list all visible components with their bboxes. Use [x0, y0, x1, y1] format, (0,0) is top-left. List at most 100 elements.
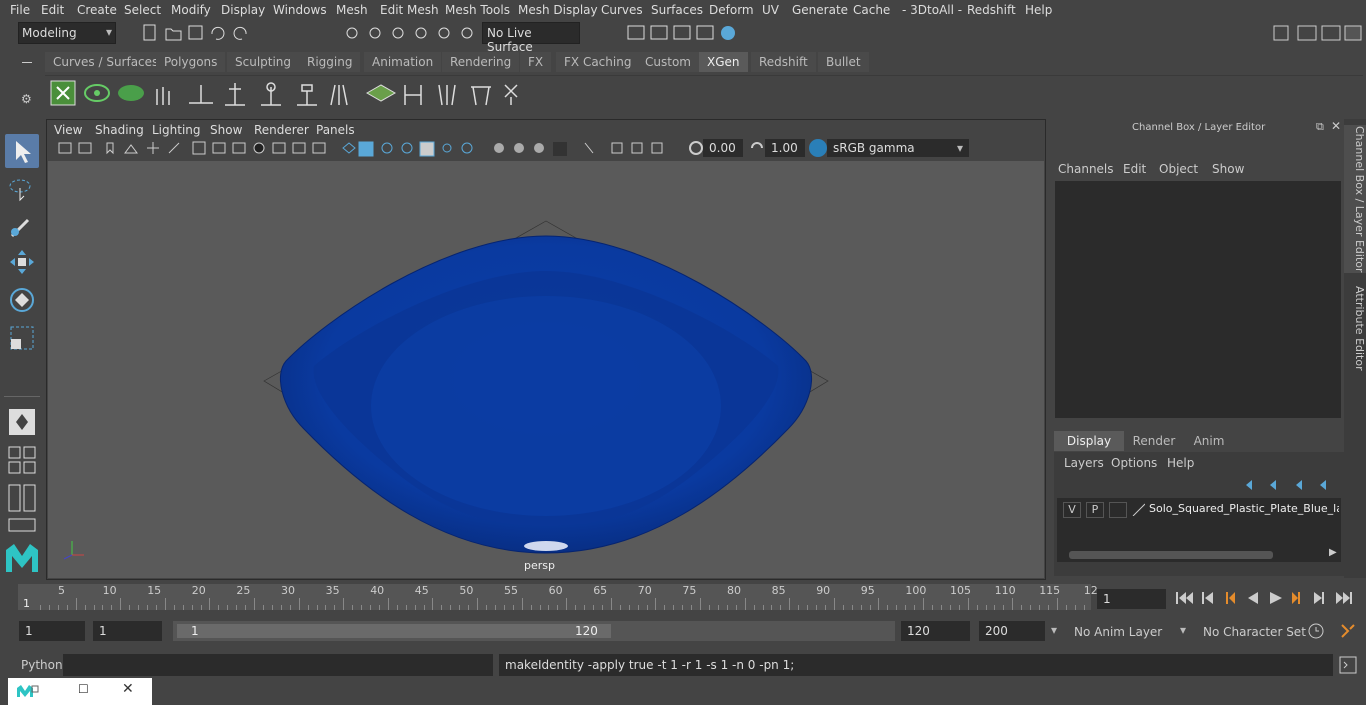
- layout-icons[interactable]: [1272, 22, 1364, 44]
- move-tool-icon[interactable]: [6, 246, 38, 278]
- playback-end-field[interactable]: 120: [901, 621, 970, 641]
- layout-four-icon[interactable]: [6, 444, 38, 476]
- shelf-options[interactable]: ⚙: [18, 52, 38, 112]
- color-management-icon[interactable]: [809, 139, 827, 157]
- menu-uv[interactable]: UV: [762, 3, 779, 17]
- menu-file[interactable]: File: [10, 3, 30, 17]
- mode-dropdown[interactable]: Modeling ▾: [18, 22, 116, 44]
- menu-edit[interactable]: Edit: [41, 3, 64, 17]
- shelf-tab-rigging[interactable]: Rigging: [299, 52, 361, 72]
- layer-display-type[interactable]: [1109, 502, 1127, 518]
- shelf-tab-animation[interactable]: Animation: [364, 52, 442, 72]
- 3d-viewport[interactable]: persp: [48, 161, 1044, 578]
- shelf-tab-redshift[interactable]: Redshift: [751, 52, 816, 72]
- menu-modify[interactable]: Modify: [171, 3, 211, 17]
- layer-name[interactable]: Solo_Squared_Plastic_Plate_Blue_laye: [1149, 502, 1339, 515]
- menu-mesh-display[interactable]: Mesh Display: [518, 3, 598, 17]
- tab-anim[interactable]: Anim: [1184, 431, 1234, 451]
- exposure-field[interactable]: 0.00: [703, 139, 743, 157]
- layer-menu-help[interactable]: Help: [1167, 456, 1194, 470]
- shelf-tab-bullet[interactable]: Bullet: [818, 52, 869, 72]
- layer-scrollbar[interactable]: [1069, 551, 1273, 559]
- range-handle[interactable]: [177, 624, 611, 638]
- select-tool-button[interactable]: [5, 134, 39, 168]
- menu-create[interactable]: Create: [77, 3, 117, 17]
- layer-tool-icons[interactable]: [1242, 478, 1342, 492]
- time-slider-track[interactable]: 1 5 10 15 20 25 30 35 40 45 50 55 60 65 70 75 80 85 90 95 1…: [18, 584, 1098, 610]
- vp-menu-shading[interactable]: Shading: [95, 123, 144, 137]
- layer-menu-layers[interactable]: Layers: [1064, 456, 1104, 470]
- scale-tool-icon[interactable]: [6, 322, 38, 354]
- shelf-tab-curves[interactable]: Curves / Surfaces: [45, 52, 167, 72]
- anim-prefs-icons[interactable]: [1306, 621, 1362, 643]
- layer-visibility[interactable]: V: [1063, 502, 1081, 518]
- viewport-toolbar-icons[interactable]: [57, 140, 687, 158]
- menu-surfaces[interactable]: Surfaces: [651, 3, 703, 17]
- layout-single-icon[interactable]: [6, 406, 38, 438]
- menu-windows[interactable]: Windows: [273, 3, 327, 17]
- layout-side-icon[interactable]: [6, 482, 38, 514]
- menu-3dtoall[interactable]: - 3DtoAll -: [902, 3, 962, 17]
- shelf-tab-xgen[interactable]: XGen: [699, 52, 748, 72]
- playback-start-field[interactable]: 1: [93, 621, 162, 641]
- menu-help[interactable]: Help: [1025, 3, 1052, 17]
- live-surface-field[interactable]: No Live Surface: [482, 22, 580, 54]
- cb-menu-channels[interactable]: Channels: [1058, 162, 1114, 176]
- render-icons[interactable]: [625, 22, 740, 44]
- scene-end-field[interactable]: 200: [979, 621, 1045, 641]
- command-language[interactable]: Python: [21, 658, 63, 672]
- cb-menu-edit[interactable]: Edit: [1123, 162, 1146, 176]
- menu-generate[interactable]: Generate: [792, 3, 848, 17]
- chevron-down-icon[interactable]: ▾: [1051, 623, 1057, 637]
- playback-controls[interactable]: [1172, 588, 1362, 608]
- chevron-down-icon[interactable]: ▾: [1180, 623, 1186, 637]
- close-icon[interactable]: ✕: [122, 681, 134, 697]
- layer-playback[interactable]: P: [1086, 502, 1104, 518]
- vp-menu-view[interactable]: View: [54, 123, 82, 137]
- vp-menu-lighting[interactable]: Lighting: [152, 123, 201, 137]
- layer-menu-options[interactable]: Options: [1111, 456, 1157, 470]
- menu-select[interactable]: Select: [124, 3, 161, 17]
- anim-layer-label[interactable]: No Anim Layer: [1074, 625, 1162, 639]
- menu-curves[interactable]: Curves: [601, 3, 643, 17]
- tab-render[interactable]: Render: [1124, 431, 1184, 451]
- lasso-tool-icon[interactable]: [6, 174, 38, 206]
- character-set-label[interactable]: No Character Set: [1203, 625, 1306, 639]
- menu-mesh[interactable]: Mesh: [336, 3, 368, 17]
- cb-menu-object[interactable]: Object: [1159, 162, 1198, 176]
- colorspace-dropdown[interactable]: sRGB gamma ▾: [827, 139, 969, 157]
- menu-redshift[interactable]: Redshift: [967, 3, 1016, 17]
- vp-menu-panels[interactable]: Panels: [316, 123, 355, 137]
- shelf-tab-fx-caching[interactable]: FX Caching: [556, 52, 640, 72]
- shelf-tab-fx[interactable]: FX: [520, 52, 552, 72]
- float-icon[interactable]: ⧉: [1316, 120, 1324, 134]
- menu-display[interactable]: Display: [221, 3, 265, 17]
- shelf-tab-custom[interactable]: Custom: [637, 52, 699, 72]
- paint-select-icon[interactable]: [6, 210, 38, 242]
- channel-list[interactable]: [1055, 181, 1341, 418]
- close-icon[interactable]: ✕: [1331, 119, 1341, 133]
- layer-color-icon[interactable]: [1131, 502, 1145, 516]
- snap-icons[interactable]: [340, 22, 480, 44]
- menu-deform[interactable]: Deform: [709, 3, 754, 17]
- restore-icon[interactable]: ☐: [78, 682, 89, 696]
- cb-menu-show[interactable]: Show: [1212, 162, 1244, 176]
- shelf-tab-polygons[interactable]: Polygons: [156, 52, 226, 72]
- vp-menu-show[interactable]: Show: [210, 123, 242, 137]
- gamma-field[interactable]: 1.00: [765, 139, 805, 157]
- script-editor-icon[interactable]: [1339, 656, 1357, 674]
- tab-channel-box[interactable]: Channel Box / Layer Editor: [1344, 125, 1366, 273]
- minimized-window[interactable]: ☐ ✕: [8, 678, 152, 705]
- scroll-right-icon[interactable]: ▶: [1329, 547, 1337, 558]
- current-frame-field[interactable]: 1: [1097, 589, 1166, 609]
- menu-cache[interactable]: Cache: [853, 3, 890, 17]
- tab-display[interactable]: Display: [1054, 431, 1124, 451]
- command-input[interactable]: [63, 654, 493, 676]
- range-bar[interactable]: 1 120: [173, 621, 895, 641]
- layer-row[interactable]: V P Solo_Squared_Plastic_Plate_Blue_laye: [1059, 500, 1339, 518]
- scene-start-field[interactable]: 1: [19, 621, 85, 641]
- menu-edit-mesh[interactable]: Edit Mesh: [380, 3, 439, 17]
- vp-menu-renderer[interactable]: Renderer: [254, 123, 309, 137]
- shelf-tab-rendering[interactable]: Rendering: [442, 52, 520, 72]
- file-tools-icons[interactable]: [140, 22, 260, 44]
